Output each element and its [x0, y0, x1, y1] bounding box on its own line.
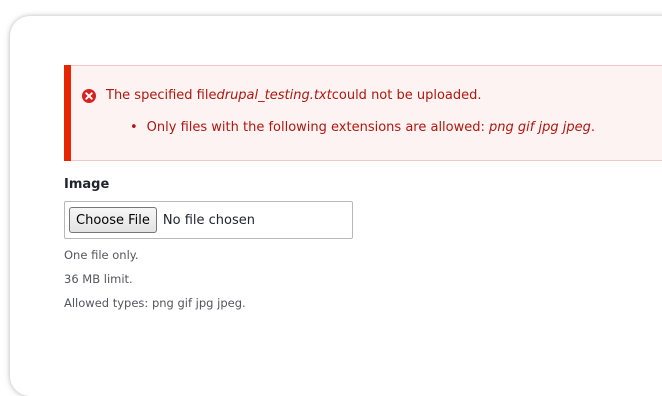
image-field-label: Image	[64, 177, 110, 192]
field-description-types: Allowed types: png gif jpg jpeg.	[64, 296, 246, 310]
image-file-input[interactable]: Choose File No file chosen	[64, 201, 353, 239]
error-detail-suffix: .	[590, 120, 595, 135]
error-text-prefix: The specified file	[106, 88, 217, 103]
field-description-count: One file only.	[64, 248, 139, 262]
error-text-suffix: could not be uploaded.	[331, 88, 482, 103]
error-x-icon	[82, 88, 96, 103]
error-summary: The specified file drupal_testing.txt co…	[82, 88, 482, 103]
file-status-text: No file chosen	[162, 212, 255, 228]
error-detail-extensions: png gif jpg jpeg	[489, 120, 591, 135]
field-description-size: 36 MB limit.	[64, 272, 133, 286]
error-detail-item: • Only files with the following extension…	[130, 120, 595, 135]
error-detail-prefix: Only files with the following extensions…	[146, 120, 490, 135]
error-filename: drupal_testing.txt	[216, 88, 332, 103]
bullet: •	[130, 120, 138, 135]
choose-file-button[interactable]: Choose File	[69, 207, 157, 233]
error-message: The specified file drupal_testing.txt co…	[64, 65, 662, 161]
error-accent-bar	[64, 65, 71, 161]
